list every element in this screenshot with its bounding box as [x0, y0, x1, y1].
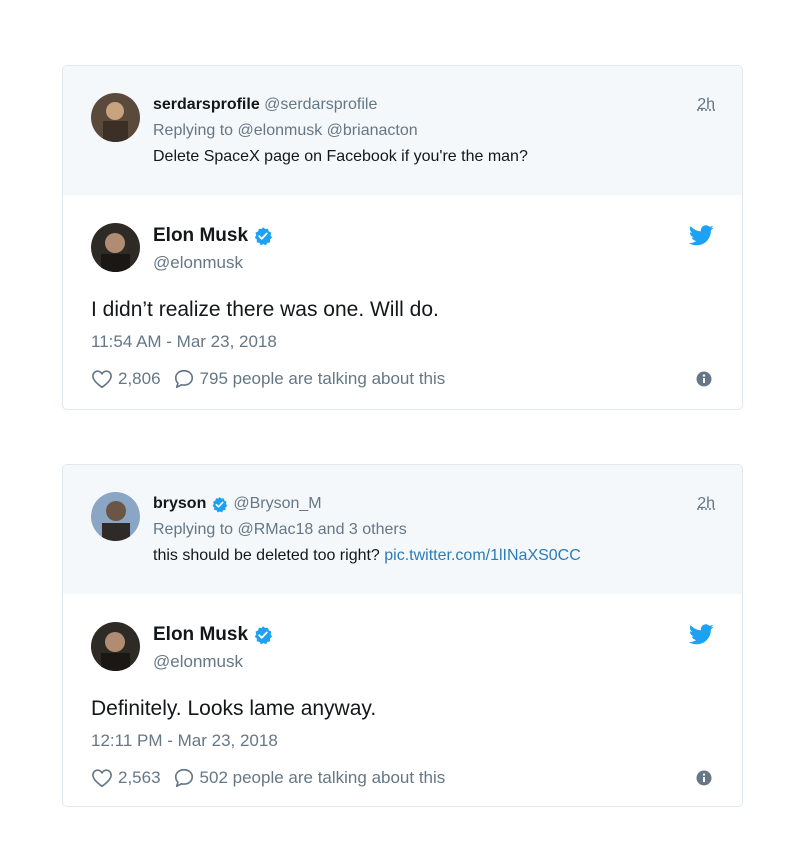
parent-time[interactable]: 2h	[697, 495, 715, 513]
parent-tweet[interactable]: bryson @Bryson_M 2h Replying to @RMac18 …	[63, 465, 742, 594]
heart-icon[interactable]	[91, 368, 113, 390]
parent-author[interactable]: bryson @Bryson_M	[153, 495, 322, 513]
main-tweet: Elon Musk @elonmusk Definitely. Looks la…	[63, 594, 742, 806]
user-avatar-icon[interactable]	[91, 492, 140, 541]
heart-icon[interactable]	[91, 767, 113, 789]
author-name[interactable]: Elon Musk	[153, 624, 248, 646]
like-count[interactable]: 2,563	[118, 768, 161, 788]
parent-author-handle[interactable]: @serdarsprofile	[264, 96, 377, 113]
author-name[interactable]: Elon Musk	[153, 225, 248, 247]
replying-to: Replying to @elonmusk @brianacton	[153, 122, 418, 140]
twitter-bird-icon[interactable]	[689, 225, 714, 246]
replying-to-users[interactable]: @RMac18 and 3 others	[238, 521, 407, 538]
replying-prefix: Replying to	[153, 122, 238, 139]
parent-author[interactable]: serdarsprofile @serdarsprofile	[153, 96, 377, 114]
elon-avatar-icon[interactable]	[91, 223, 140, 272]
embedded-tweet-card: bryson @Bryson_M 2h Replying to @RMac18 …	[62, 464, 743, 807]
parent-author-name[interactable]: bryson	[153, 495, 206, 513]
author-handle[interactable]: @elonmusk	[153, 652, 243, 672]
verified-badge-icon	[212, 496, 228, 512]
verified-badge-icon	[254, 227, 273, 246]
replying-prefix: Replying to	[153, 521, 238, 538]
tweet-actions: 2,806 795 people are talking about this	[91, 368, 445, 390]
parent-author-name[interactable]: serdarsprofile	[153, 96, 260, 113]
twitter-bird-icon[interactable]	[689, 624, 714, 645]
like-count[interactable]: 2,806	[118, 369, 161, 389]
talking-count[interactable]: 795 people are talking about this	[200, 369, 446, 389]
verified-badge-icon	[254, 626, 273, 645]
parent-tweet-text: this should be deleted too right? pic.tw…	[153, 547, 581, 565]
elon-avatar-icon[interactable]	[91, 622, 140, 671]
info-icon[interactable]	[696, 371, 712, 387]
parent-tweet[interactable]: serdarsprofile @serdarsprofile 2h Replyi…	[63, 66, 742, 195]
embedded-tweet-card: serdarsprofile @serdarsprofile 2h Replyi…	[62, 65, 743, 410]
reply-bubble-icon[interactable]	[173, 767, 195, 789]
parent-text: Delete SpaceX page on Facebook if you're…	[153, 148, 528, 165]
replying-to: Replying to @RMac18 and 3 others	[153, 521, 407, 539]
replying-to-users[interactable]: @elonmusk @brianacton	[238, 122, 418, 139]
tweet-actions: 2,563 502 people are talking about this	[91, 767, 445, 789]
author-handle[interactable]: @elonmusk	[153, 253, 243, 273]
parent-tweet-text: Delete SpaceX page on Facebook if you're…	[153, 148, 528, 166]
author-name-row[interactable]: Elon Musk	[153, 624, 273, 646]
tweet-timestamp[interactable]: 11:54 AM - Mar 23, 2018	[91, 332, 277, 352]
talking-count[interactable]: 502 people are talking about this	[200, 768, 446, 788]
tweet-timestamp[interactable]: 12:11 PM - Mar 23, 2018	[91, 731, 278, 751]
info-icon[interactable]	[696, 770, 712, 786]
main-tweet: Elon Musk @elonmusk I didn’t realize the…	[63, 195, 742, 409]
author-name-row[interactable]: Elon Musk	[153, 225, 273, 247]
tweet-text: I didn’t realize there was one. Will do.	[91, 298, 439, 321]
parent-time[interactable]: 2h	[697, 96, 715, 114]
tweet-text: Definitely. Looks lame anyway.	[91, 697, 377, 720]
pic-link[interactable]: pic.twitter.com/1lINaXS0CC	[384, 547, 581, 564]
user-avatar-icon[interactable]	[91, 93, 140, 142]
parent-text: this should be deleted too right?	[153, 547, 385, 564]
parent-author-handle[interactable]: @Bryson_M	[233, 495, 321, 513]
reply-bubble-icon[interactable]	[173, 368, 195, 390]
